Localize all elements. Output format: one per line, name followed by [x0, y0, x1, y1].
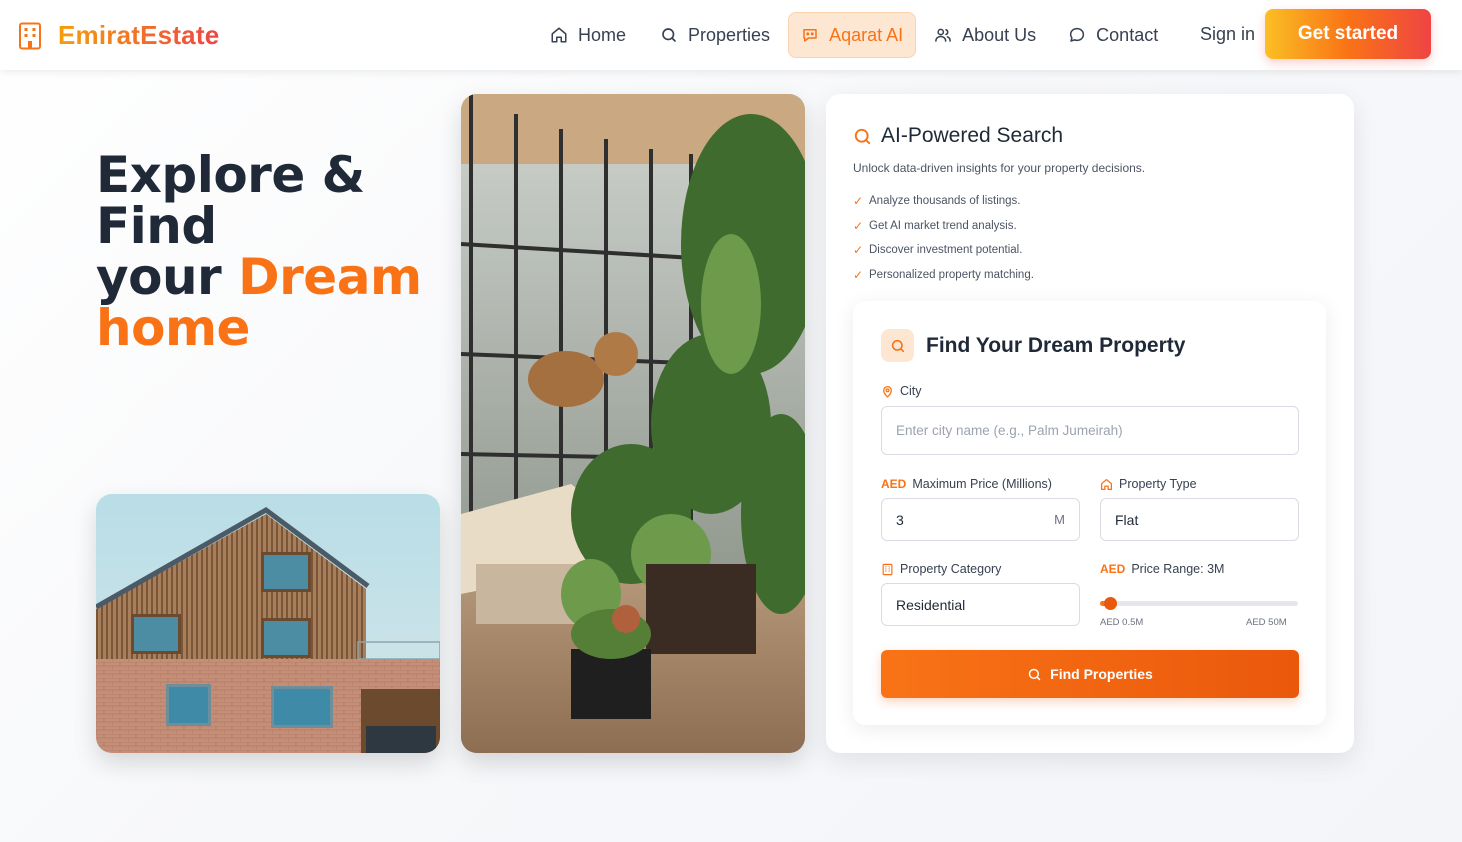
interior-plants-image: [461, 94, 805, 753]
nav-contact[interactable]: Contact: [1056, 12, 1170, 58]
top-navbar: EmiratEstate Home Properties Aqarat AI A…: [0, 0, 1462, 70]
sign-in-link[interactable]: Sign in: [1200, 24, 1255, 45]
search-badge: [881, 329, 914, 362]
category-select[interactable]: Residential: [881, 583, 1080, 626]
home-icon: [551, 27, 567, 43]
property-type-label: Property Type: [1100, 477, 1197, 491]
ai-search-header: AI-Powered Search: [853, 124, 1063, 148]
check-icon: ✓: [853, 218, 864, 233]
building-icon: [19, 22, 41, 49]
search-icon: [891, 339, 904, 352]
city-input[interactable]: Enter city name (e.g., Palm Jumeirah): [881, 406, 1299, 455]
nav-aqarat-ai[interactable]: Aqarat AI: [788, 12, 917, 58]
price-range-label: AED Price Range: 3M: [1100, 562, 1225, 576]
check-icon: ✓: [853, 267, 864, 282]
search-icon: [854, 128, 871, 144]
ai-search-card: AI-Powered Search Unlock data-driven ins…: [826, 94, 1354, 753]
slider-min-label: AED 0.5M: [1100, 617, 1144, 628]
hero-line-3a: your: [96, 248, 222, 306]
slider-thumb[interactable]: [1103, 597, 1117, 610]
find-properties-label: Find Properties: [1050, 666, 1153, 682]
get-started-button[interactable]: Get started: [1265, 9, 1431, 59]
home-icon: [1100, 478, 1113, 490]
check-icon: ✓: [853, 243, 864, 258]
nav-properties-label: Properties: [688, 24, 771, 45]
nav-properties[interactable]: Properties: [648, 12, 782, 58]
chat-bot-icon: [803, 29, 817, 42]
feature-list: ✓ Analyze thousands of listings. ✓ Get AI …: [853, 189, 1034, 287]
list-item: ✓ Personalized property matching.: [853, 267, 1034, 282]
hero-line-4: home: [96, 299, 250, 357]
search-icon: [1028, 668, 1041, 680]
search-icon: [662, 28, 676, 42]
ai-search-subtitle: Unlock data-driven insights for your pro…: [853, 161, 1146, 175]
category-label: Property Category: [881, 562, 1001, 576]
hero-line-1: Explore &: [96, 146, 365, 204]
brand-name: EmiratEstate: [58, 20, 220, 50]
map-pin-icon: [883, 385, 892, 398]
max-price-label: AED Maximum Price (Millions): [881, 477, 1052, 491]
message-icon: [1070, 27, 1085, 42]
nav-home-label: Home: [578, 24, 627, 45]
hero-line-3b: Dream: [238, 248, 422, 306]
hero-title: Explore & Find your Dream home: [96, 150, 422, 354]
building-icon: [882, 563, 893, 575]
nav-home[interactable]: Home: [538, 12, 638, 58]
hero-line-2: Find: [96, 197, 217, 255]
aed-tag: AED: [1100, 562, 1126, 576]
list-item: ✓ Discover investment potential.: [853, 243, 1023, 258]
nav-aqarat-ai-label: Aqarat AI: [829, 24, 904, 45]
list-item: ✓ Get AI market trend analysis.: [853, 218, 1017, 233]
brand-logo[interactable]: EmiratEstate: [18, 20, 219, 51]
find-properties-button[interactable]: Find Properties: [881, 650, 1299, 698]
users-icon: [935, 28, 951, 42]
city-label: City: [881, 384, 922, 398]
ai-search-title: AI-Powered Search: [881, 124, 1064, 147]
main-nav: Home Properties Aqarat AI About Us Conta…: [538, 12, 1170, 58]
price-range-slider[interactable]: [1100, 597, 1298, 610]
slider-max-label: AED 50M: [1246, 617, 1287, 628]
form-title: Find Your Dream Property: [926, 333, 1186, 357]
nav-contact-label: Contact: [1096, 24, 1159, 45]
form-header: Find Your Dream Property: [881, 329, 1185, 362]
max-price-input[interactable]: 3 M: [881, 498, 1080, 541]
list-item: ✓ Analyze thousands of listings.: [853, 194, 1021, 209]
aed-tag: AED: [881, 477, 907, 491]
property-search-form: Find Your Dream Property City Enter city…: [853, 301, 1326, 725]
house-exterior-image: [96, 494, 440, 753]
nav-about-us-label: About Us: [962, 24, 1037, 45]
property-type-select[interactable]: Flat: [1100, 498, 1299, 541]
unit-suffix: M: [1054, 512, 1065, 527]
check-icon: ✓: [853, 194, 864, 209]
nav-about-us[interactable]: About Us: [922, 12, 1048, 58]
